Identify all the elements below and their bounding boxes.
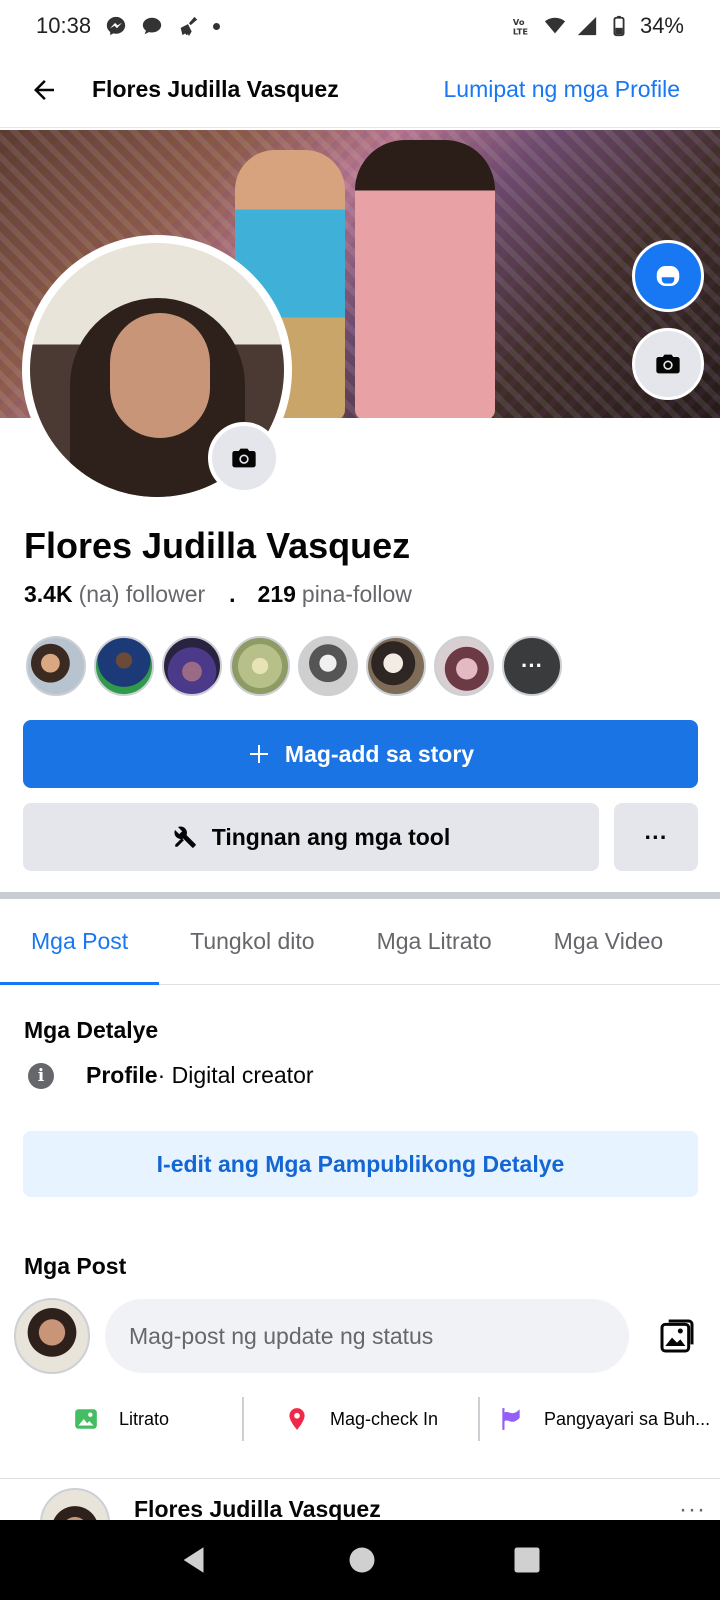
following-label[interactable]: pina-follow xyxy=(302,581,412,608)
view-tools-label: Tingnan ang mga tool xyxy=(211,823,451,850)
back-button[interactable] xyxy=(24,70,64,110)
tab-videos[interactable]: Mga Video xyxy=(523,899,695,984)
edit-cover-button[interactable] xyxy=(632,328,704,400)
messenger-icon xyxy=(106,16,126,36)
life-event-action-label: Pangyayari sa Buh... xyxy=(544,1408,711,1429)
add-to-story-button[interactable]: Mag-add sa story xyxy=(23,720,698,788)
photo-action-label: Litrato xyxy=(118,1408,170,1429)
tab-label: Tungkol dito xyxy=(190,928,315,954)
photo-icon xyxy=(75,1409,97,1429)
cover-person-2 xyxy=(355,140,495,418)
tab-label: Mga Video xyxy=(553,928,664,954)
post-composer: Mag-post ng update ng status xyxy=(14,1298,706,1374)
follower-avatar[interactable] xyxy=(434,636,494,696)
avatar-face-icon xyxy=(656,266,680,286)
tab-about[interactable]: Tungkol dito xyxy=(159,899,345,984)
feed-divider xyxy=(0,1478,720,1479)
post-author-avatar[interactable] xyxy=(40,1488,110,1520)
posts-heading: Mga Post xyxy=(24,1253,127,1279)
more-options-button[interactable]: ··· xyxy=(614,803,698,871)
followers-label[interactable]: (na) follower xyxy=(79,581,206,608)
profile-name: Flores Judilla Vasquez xyxy=(24,525,411,566)
post-author-name[interactable]: Flores Judilla Vasquez xyxy=(134,1496,381,1520)
add-to-story-label: Mag-add sa story xyxy=(284,740,475,767)
wifi-icon xyxy=(544,17,566,34)
svg-text:LTE: LTE xyxy=(513,26,529,36)
tab-label: Mga Litrato xyxy=(376,928,492,954)
view-tools-button[interactable]: Tingnan ang mga tool xyxy=(23,803,599,871)
status-input[interactable]: Mag-post ng update ng status xyxy=(105,1299,629,1373)
status-placeholder: Mag-post ng update ng status xyxy=(129,1322,434,1349)
system-nav-bar xyxy=(0,1520,720,1600)
more-options-label: ··· xyxy=(644,823,668,850)
battery-icon xyxy=(613,15,625,37)
follower-avatar[interactable] xyxy=(230,636,290,696)
status-bar: 10:38 Vo LTE 34% xyxy=(0,0,720,52)
flag-icon xyxy=(502,1408,520,1430)
edit-profile-picture-button[interactable] xyxy=(208,422,280,494)
composer-avatar[interactable] xyxy=(14,1298,90,1374)
post-header: Flores Judilla Vasquez ··· xyxy=(40,1488,720,1520)
signal-icon xyxy=(577,16,597,36)
life-event-action[interactable]: Pangyayari sa Buh... xyxy=(480,1406,720,1432)
dot-icon xyxy=(213,22,221,30)
app-bar: Flores Judilla Vasquez Lumipat ng mga Pr… xyxy=(0,52,720,128)
recents-square-icon[interactable] xyxy=(512,1545,542,1575)
follower-avatar[interactable] xyxy=(298,636,358,696)
follower-avatars: ··· xyxy=(26,636,562,696)
photo-action[interactable]: Litrato xyxy=(0,1406,242,1432)
tools-icon xyxy=(174,826,196,848)
arrow-left-icon xyxy=(34,79,54,100)
stats-separator: . xyxy=(229,581,236,607)
follower-avatar[interactable] xyxy=(162,636,222,696)
tab-posts[interactable]: Mga Post xyxy=(0,899,160,985)
tab-label: Mga Post xyxy=(31,928,129,954)
post-actions: Litrato Mag-check In Pangyayari sa Buh..… xyxy=(0,1396,720,1442)
broom-icon xyxy=(180,16,198,37)
section-divider xyxy=(0,892,720,899)
check-in-action-label: Mag-check In xyxy=(329,1408,439,1429)
battery-percent: 34% xyxy=(639,13,684,38)
photo-gallery-icon[interactable] xyxy=(657,1316,697,1356)
details-heading: Mga Detalye xyxy=(24,1017,159,1043)
following-count[interactable]: 219 xyxy=(258,581,296,608)
home-circle-icon[interactable] xyxy=(347,1545,377,1575)
app-bar-title: Flores Judilla Vasquez xyxy=(92,76,339,102)
status-time: 10:38 xyxy=(36,13,92,38)
tab-photos[interactable]: Mga Litrato xyxy=(346,899,523,984)
follower-avatar[interactable] xyxy=(366,636,426,696)
detail-type-label: Profile xyxy=(86,1062,158,1088)
chat-bubble-icon xyxy=(142,17,162,35)
avatar-button[interactable] xyxy=(632,240,704,312)
detail-type-value: · Digital creator xyxy=(157,1062,314,1088)
check-in-action[interactable]: Mag-check In xyxy=(244,1406,478,1432)
back-triangle-icon[interactable] xyxy=(178,1543,212,1577)
profile-stats: 3.4K (na) follower . 219 pina-follow xyxy=(24,581,412,608)
edit-public-details-button[interactable]: I-edit ang Mga Pampublikong Detalye xyxy=(23,1131,698,1197)
switch-profiles-link[interactable]: Lumipat ng mga Profile xyxy=(443,76,680,103)
followers-count[interactable]: 3.4K xyxy=(24,581,73,608)
edit-public-details-label: I-edit ang Mga Pampublikong Detalye xyxy=(156,1150,565,1177)
detail-profile-type: i Profile · Digital creator xyxy=(28,1062,314,1089)
volte-icon: VoLTE xyxy=(513,17,529,36)
follower-avatar[interactable] xyxy=(26,636,86,696)
follower-avatar[interactable] xyxy=(94,636,154,696)
post-menu-button[interactable]: ··· xyxy=(679,1496,706,1520)
camera-icon xyxy=(232,448,256,468)
info-icon: i xyxy=(28,1062,54,1089)
plus-icon xyxy=(249,745,268,763)
camera-icon xyxy=(656,354,680,374)
more-followers-label: ··· xyxy=(521,653,543,678)
profile-tabs: Mga Post Tungkol dito Mga Litrato Mga Vi… xyxy=(0,899,720,985)
location-pin-icon xyxy=(289,1408,305,1430)
more-followers-button[interactable]: ··· xyxy=(502,636,562,696)
